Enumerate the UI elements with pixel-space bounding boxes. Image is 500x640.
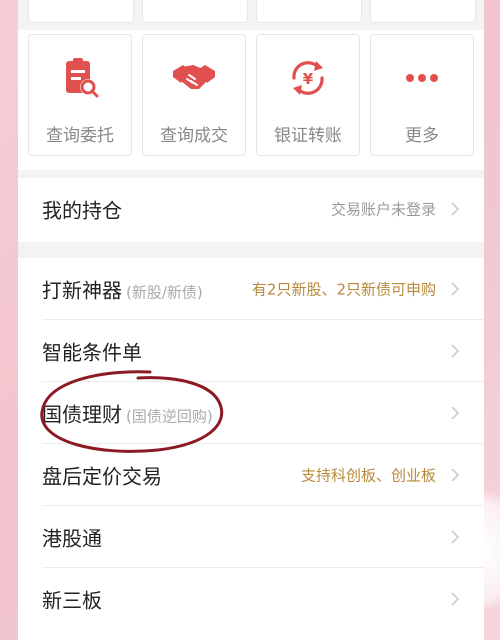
ipo-tool-subtitle: (新股/新债) [126, 283, 203, 302]
after-hours-support-note: 支持科创板、创业板 [300, 466, 436, 485]
hk-connect-row[interactable]: 港股通 [18, 506, 484, 568]
ipo-tool-title: 打新神器 (新股/新债) [42, 278, 203, 303]
chevron-right-icon [451, 202, 460, 216]
ipo-available-note: 有2只新股、2只新债可申购 [251, 280, 436, 299]
partial-tile [142, 0, 248, 23]
my-holdings-title: 我的持仓 [42, 198, 122, 223]
more-button[interactable]: 更多 [370, 34, 474, 156]
hk-connect-title: 港股通 [42, 526, 102, 551]
smart-condition-order-row[interactable]: 智能条件单 [18, 320, 484, 382]
query-trades-button[interactable]: 查询成交 [142, 34, 246, 156]
chevron-right-icon [451, 592, 460, 606]
after-hours-trading-title: 盘后定价交易 [42, 464, 162, 489]
partial-tile [256, 0, 362, 23]
chevron-right-icon [451, 344, 460, 358]
chevron-right-icon [451, 468, 460, 482]
yen-transfer-icon: ¥ [292, 61, 324, 95]
main-panel: 查询委托 查询成交 ¥ 银证转账 更多 我的持仓 交易账户未登录 打新神器 (新… [18, 0, 484, 640]
quick-actions-grid: 查询委托 查询成交 ¥ 银证转账 更多 [28, 34, 474, 158]
login-status: 交易账户未登录 [330, 200, 436, 219]
svg-text:¥: ¥ [303, 70, 314, 88]
after-hours-trading-row[interactable]: 盘后定价交易 支持科创板、创业板 [18, 444, 484, 506]
treasury-bond-subtitle: (国债逆回购) [126, 407, 213, 426]
query-trades-label: 查询成交 [160, 126, 228, 146]
more-label: 更多 [405, 126, 439, 146]
clipboard-search-icon [66, 58, 99, 98]
partial-tile [28, 0, 134, 23]
treasury-bond-title: 国债理财 (国债逆回购) [42, 402, 213, 427]
partial-tile [370, 0, 476, 23]
chevron-right-icon [451, 282, 460, 296]
my-holdings-row[interactable]: 我的持仓 交易账户未登录 [18, 178, 484, 240]
query-orders-label: 查询委托 [46, 126, 114, 146]
chevron-right-icon [451, 406, 460, 420]
more-dots-icon [406, 74, 438, 82]
chevron-right-icon [451, 530, 460, 544]
bank-transfer-button[interactable]: ¥ 银证转账 [256, 34, 360, 156]
bank-transfer-label: 银证转账 [274, 126, 342, 146]
neeq-row[interactable]: 新三板 [18, 568, 484, 630]
handshake-icon [173, 65, 215, 89]
section-gap [18, 242, 484, 258]
treasury-bond-row[interactable]: 国债理财 (国债逆回购) [18, 382, 484, 444]
smart-condition-order-title: 智能条件单 [42, 340, 142, 365]
query-orders-button[interactable]: 查询委托 [28, 34, 132, 156]
section-gap [18, 170, 484, 178]
ipo-tool-row[interactable]: 打新神器 (新股/新债) 有2只新股、2只新债可申购 [18, 258, 484, 320]
top-strip [18, 0, 484, 30]
neeq-title: 新三板 [42, 588, 102, 613]
